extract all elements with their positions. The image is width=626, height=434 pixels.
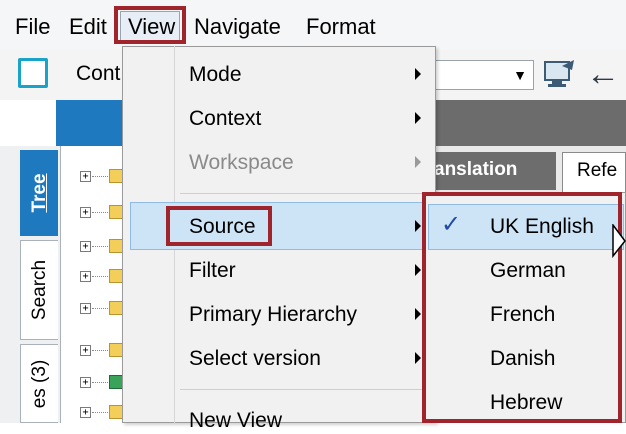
tree-connector [92,212,108,213]
submenu-annotation-box [422,192,622,423]
submenu-arrow-icon [415,264,421,276]
tab-tree[interactable]: Tree [20,150,58,236]
tree-node[interactable]: + [80,402,124,424]
expand-icon[interactable]: + [80,345,91,356]
folder-icon [109,343,123,357]
menu-item-new-view[interactable]: New View [189,408,282,434]
tab-search[interactable]: Search [20,240,58,340]
menubar: File Edit View Navigate Format [0,0,626,50]
menu-item-mode[interactable]: Mode [189,62,242,88]
tree-connector [92,176,108,177]
tree-connector [92,308,108,309]
tab-notes-label: es (3) [28,359,50,408]
tree-node[interactable]: + [80,202,124,224]
tab-notes[interactable]: es (3) [20,344,58,423]
tab-tree-label: Tree [28,173,50,213]
folder-icon [109,239,123,253]
menu-navigate[interactable]: Navigate [194,14,281,40]
context-label: Cont [76,62,121,85]
folder-icon [109,301,123,315]
tree-node[interactable]: + [80,266,124,288]
monitor-tool-icon-svg [544,60,574,87]
combo-dropdown-arrow-icon[interactable]: ▼ [508,62,532,88]
expand-icon[interactable]: + [80,207,91,218]
folder-icon [109,269,123,283]
tree-node[interactable]: + [80,372,124,394]
expand-icon[interactable]: + [80,171,91,182]
expand-icon[interactable]: + [80,377,91,388]
submenu-arrow-icon [415,156,421,168]
menu-view-annotation-box [114,6,186,44]
tab-search-label: Search [28,259,50,321]
submenu-arrow-icon [415,308,421,320]
menu-separator [180,193,432,194]
menu-edit[interactable]: Edit [69,14,107,40]
menu-format[interactable]: Format [306,14,376,40]
tree-connector [92,350,108,351]
tab-references[interactable]: Refe [562,152,626,192]
tree-connector [92,412,108,413]
mouse-pointer-icon [612,222,626,263]
monitor-tool-icon[interactable] [542,58,578,92]
folder-icon [109,205,123,219]
tree-node[interactable]: + [80,298,124,320]
tree-node[interactable]: + [80,340,124,362]
tree-connector [92,246,108,247]
submenu-arrow-icon [415,68,421,80]
expand-icon[interactable]: + [80,271,91,282]
app-square-icon[interactable] [18,58,48,88]
folder-icon [109,405,123,419]
mouse-pointer-icon-svg [612,222,626,259]
menu-item-workspace: Workspace [189,151,294,174]
tree-connector [92,382,108,383]
expand-icon[interactable]: + [80,303,91,314]
submenu-arrow-icon [415,220,421,232]
right-pane-header-bar [420,100,626,146]
pane-header-bar [56,100,126,146]
folder-icon [109,169,123,183]
menu-separator [180,389,432,390]
menu-item-select-version[interactable]: Select version [189,346,321,372]
menu-item-filter[interactable]: Filter [189,258,236,284]
tree-connector [92,276,108,277]
green-node-icon [109,375,123,389]
menu-item-source-annotation-box [166,206,272,246]
menu-item-primary-hierarchy[interactable]: Primary Hierarchy [189,302,357,328]
submenu-arrow-icon [415,352,421,364]
expand-icon[interactable]: + [80,241,91,252]
submenu-arrow-icon [415,112,421,124]
menu-item-context[interactable]: Context [189,106,261,132]
expand-icon[interactable]: + [80,407,91,418]
menu-file[interactable]: File [15,14,50,40]
tab-translation[interactable]: anslation [420,152,556,190]
tree-node[interactable]: + [80,166,124,188]
back-arrow-icon[interactable]: ← [586,56,620,92]
tree-node[interactable]: + [80,236,124,258]
